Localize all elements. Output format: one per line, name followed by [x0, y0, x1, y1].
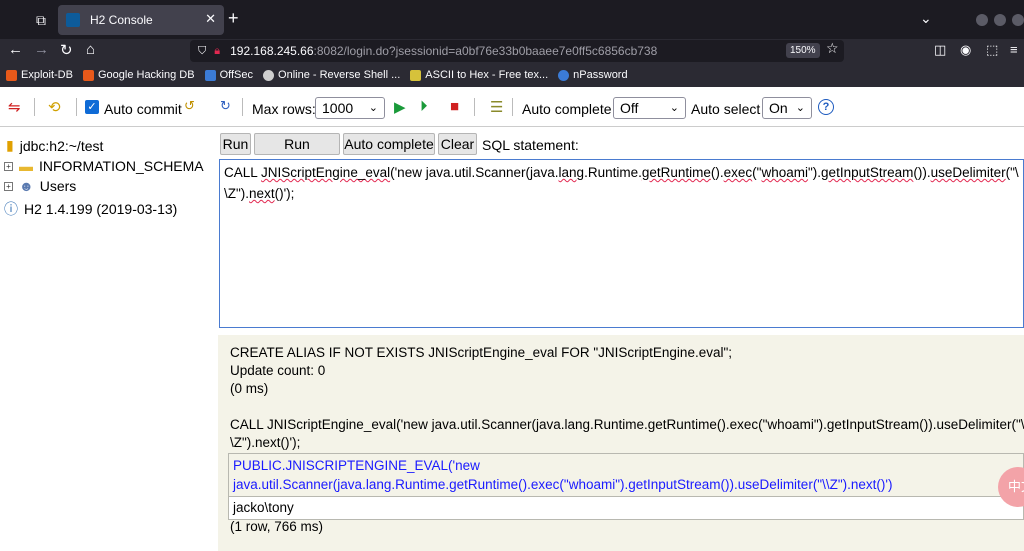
auto-commit-label: Auto commit: [104, 101, 182, 117]
refresh-icon[interactable]: ⟲: [48, 98, 61, 116]
tab-title: H2 Console: [90, 13, 153, 27]
chevron-down-icon: ⌄: [669, 102, 679, 114]
url-text[interactable]: 192.168.245.66:8082/login.do?jsessionid=…: [230, 44, 657, 58]
result-row-count: (1 row, 766 ms): [230, 519, 324, 534]
tree-root[interactable]: ▮ jdbc:h2:~/test: [6, 137, 103, 154]
minimize-window-icon[interactable]: [976, 14, 988, 26]
back-arrow-icon[interactable]: ←: [8, 41, 23, 58]
tree-item-users[interactable]: + ☻ Users: [4, 178, 76, 194]
results-panel: CREATE ALIAS IF NOT EXISTS JNIScriptEngi…: [218, 335, 1024, 551]
toolbar-separator: [34, 98, 35, 116]
result-table: PUBLIC.JNISCRIPTENGINE_EVAL('new java.ut…: [228, 453, 1024, 520]
auto-select-select[interactable]: On ⌄: [762, 97, 812, 119]
run-selected-icon[interactable]: ⏵: [420, 98, 428, 115]
tree-item-information-schema[interactable]: + ▬ INFORMATION_SCHEMA: [4, 158, 204, 174]
user-icon: [558, 69, 570, 81]
bookmark-exploit-db[interactable]: Exploit-DB: [6, 69, 73, 81]
folder-icon: ▬: [19, 158, 33, 174]
chevron-down-icon: ⌄: [795, 102, 805, 114]
result-call-line-2: \Z").next()');: [230, 435, 301, 450]
rollback-icon[interactable]: ↺: [184, 98, 195, 114]
bookmark-reverse-shell[interactable]: Online - Reverse Shell ...: [263, 69, 400, 81]
menu-icon[interactable]: ≡: [1010, 42, 1018, 57]
bookmark-star-icon[interactable]: ☆: [826, 40, 839, 57]
tab-overview-icon[interactable]: ⧉: [28, 8, 54, 32]
run-icon[interactable]: ▶: [394, 98, 406, 116]
url-bar[interactable]: ⛉ 🔒︎ 192.168.245.66:8082/login.do?jsessi…: [190, 40, 844, 62]
home-icon[interactable]: ⌂: [86, 41, 95, 58]
skull-icon: [263, 69, 275, 81]
maximize-window-icon[interactable]: [994, 14, 1006, 26]
sql-line-2: \Z").next()');: [224, 186, 295, 201]
expand-icon[interactable]: +: [4, 161, 13, 171]
toolbar-separator: [76, 98, 77, 116]
reload-icon[interactable]: ↻: [60, 41, 73, 59]
help-icon[interactable]: ?: [818, 99, 834, 115]
stop-icon[interactable]: ■: [450, 98, 459, 115]
close-window-icon[interactable]: [1012, 14, 1024, 26]
expand-icon[interactable]: +: [4, 181, 13, 191]
result-update-count: Update count: 0: [230, 363, 326, 378]
history-icon[interactable]: ☰: [490, 98, 503, 116]
result-create-alias: CREATE ALIAS IF NOT EXISTS JNIScriptEngi…: [230, 345, 733, 360]
max-rows-select[interactable]: 1000 ⌄: [315, 97, 385, 119]
info-icon: ⓘ: [4, 201, 18, 217]
result-table-cell: jacko\tony: [229, 496, 1023, 519]
close-tab-icon[interactable]: ✕: [205, 11, 216, 27]
pocket-icon[interactable]: ◫: [934, 42, 946, 58]
tree-version: ⓘ H2 1.4.199 (2019-03-13): [4, 201, 178, 217]
browser-nav-bar: ← → ↻ ⌂ ⛉ 🔒︎ 192.168.245.66:8082/login.d…: [0, 39, 1024, 63]
new-tab-icon[interactable]: +: [228, 8, 239, 29]
result-time-1: (0 ms): [230, 381, 269, 396]
commit-icon[interactable]: ↻: [220, 98, 231, 114]
insecure-lock-icon[interactable]: 🔒︎: [214, 45, 220, 58]
result-call-line-1: CALL JNIScriptEngine_eval('new java.util…: [230, 417, 1024, 432]
bookmark-npassword[interactable]: nPassword: [558, 69, 628, 81]
shield-icon[interactable]: ⛉: [198, 45, 206, 58]
bookmark-google-hacking-db[interactable]: Google Hacking DB: [82, 69, 195, 81]
auto-select-label: Auto select: [691, 101, 761, 117]
chevron-down-icon[interactable]: ⌄: [920, 10, 932, 27]
schema-tree: ▮ jdbc:h2:~/test + ▬ INFORMATION_SCHEMA …: [0, 127, 218, 551]
browser-tab-bar: ⧉ H2 Console ✕ + ⌄: [0, 0, 1024, 39]
account-icon[interactable]: ◉: [960, 42, 971, 58]
sql-editor[interactable]: CALL JNIScriptEngine_eval('new java.util…: [219, 159, 1024, 328]
database-icon: ▮: [6, 137, 14, 153]
bookmark-offsec[interactable]: OffSec: [204, 69, 253, 81]
forward-arrow-icon[interactable]: →: [34, 41, 49, 58]
chevron-down-icon: ⌄: [368, 102, 378, 114]
bookmarks-bar: Exploit-DB Google Hacking DB OffSec Onli…: [0, 63, 1024, 87]
toolbar-separator: [474, 98, 475, 116]
zoom-level[interactable]: 150%: [786, 43, 820, 58]
disconnect-icon[interactable]: ⇋: [8, 98, 21, 116]
h2-favicon-icon: [66, 13, 80, 27]
max-rows-label: Max rows:: [252, 101, 316, 117]
auto-complete-button[interactable]: Auto complete: [343, 133, 435, 155]
toolbar-separator: [512, 98, 513, 116]
h2-toolbar: ⇋ ⟲ ✓ Auto commit ↺ ↻ Max rows: 1000 ⌄ ▶ …: [0, 87, 1024, 127]
exploit-db-icon: [6, 69, 17, 81]
auto-commit-checkbox[interactable]: ✓: [85, 100, 99, 114]
sql-statement-label: SQL statement:: [482, 137, 579, 153]
ghdb-icon: [82, 69, 94, 81]
ascii-hex-icon: [410, 69, 422, 81]
run-button[interactable]: Run: [220, 133, 251, 155]
extensions-icon[interactable]: ⬚: [986, 42, 998, 58]
browser-tab[interactable]: H2 Console ✕: [58, 5, 224, 35]
query-panel: Run Run Selected Auto complete Clear SQL…: [218, 127, 1024, 551]
users-icon: ☻: [19, 178, 34, 194]
auto-complete-label: Auto complete: [522, 101, 612, 117]
offsec-icon: [204, 69, 216, 81]
bookmark-ascii-to-hex[interactable]: ASCII to Hex - Free tex...: [410, 69, 548, 81]
clear-button[interactable]: Clear: [438, 133, 477, 155]
toolbar-separator: [242, 98, 243, 116]
auto-complete-select[interactable]: Off ⌄: [613, 97, 686, 119]
result-table-header: PUBLIC.JNISCRIPTENGINE_EVAL('new java.ut…: [229, 454, 1023, 496]
run-selected-button[interactable]: Run Selected: [254, 133, 340, 172]
query-button-bar: Run Run Selected Auto complete Clear SQL…: [218, 127, 1024, 172]
sql-line-1: CALL JNIScriptEngine_eval('new java.util…: [224, 165, 1019, 180]
